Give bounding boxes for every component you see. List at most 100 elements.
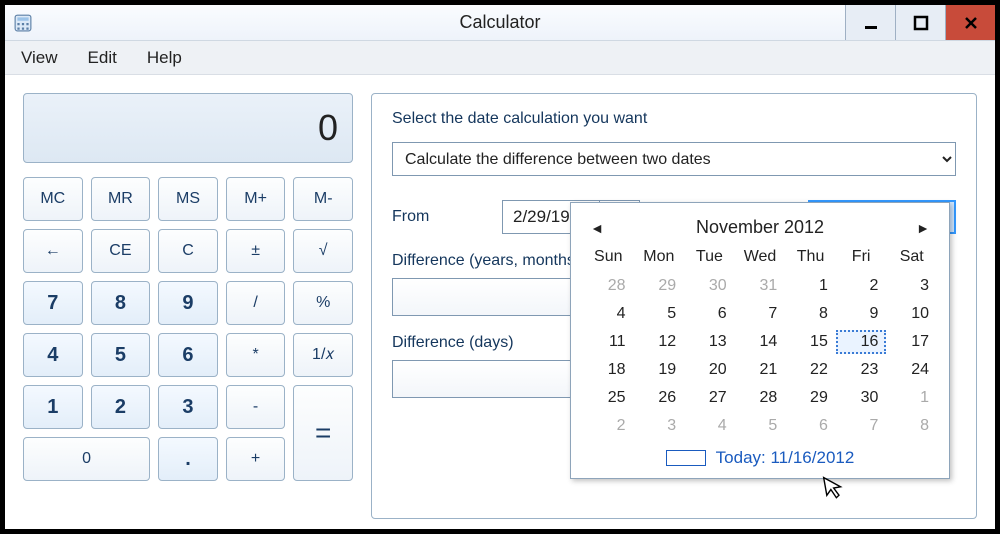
calendar-day[interactable]: 10 bbox=[886, 302, 937, 326]
calendar-dow: Tue bbox=[684, 248, 735, 270]
calendar-day[interactable]: 4 bbox=[583, 302, 634, 326]
window-buttons bbox=[845, 5, 995, 40]
calendar-next-month[interactable]: ► bbox=[915, 220, 931, 236]
key-multiply[interactable]: * bbox=[226, 333, 286, 377]
calendar-day[interactable]: 20 bbox=[684, 358, 735, 382]
menu-help[interactable]: Help bbox=[141, 44, 188, 72]
calendar-day[interactable]: 13 bbox=[684, 330, 735, 354]
calendar-day[interactable]: 3 bbox=[886, 274, 937, 298]
key-mplus[interactable]: M+ bbox=[226, 177, 286, 221]
calendar-day[interactable]: 1 bbox=[785, 274, 836, 298]
key-equals[interactable]: = bbox=[293, 385, 353, 481]
calendar-day[interactable]: 23 bbox=[836, 358, 887, 382]
calendar-day[interactable]: 25 bbox=[583, 386, 634, 410]
calendar-prev-month[interactable]: ◄ bbox=[589, 220, 605, 236]
calendar-day[interactable]: 28 bbox=[735, 386, 786, 410]
calculator-keys: MC MR MS M+ M- ← CE C ± √ 7 8 9 / % 4 5 … bbox=[23, 177, 353, 481]
calendar-dow: Sun bbox=[583, 248, 634, 270]
calendar-grid: SunMonTueWedThuFriSat2829303112345678910… bbox=[583, 248, 937, 438]
calendar-day[interactable]: 19 bbox=[634, 358, 685, 382]
key-ce[interactable]: CE bbox=[91, 229, 151, 273]
calendar-day[interactable]: 2 bbox=[836, 274, 887, 298]
calendar-day[interactable]: 27 bbox=[684, 386, 735, 410]
calendar-day[interactable]: 28 bbox=[583, 274, 634, 298]
key-4[interactable]: 4 bbox=[23, 333, 83, 377]
calendar-dow: Thu bbox=[785, 248, 836, 270]
key-sqrt[interactable]: √ bbox=[293, 229, 353, 273]
menu-view[interactable]: View bbox=[15, 44, 64, 72]
calendar-day[interactable]: 3 bbox=[634, 414, 685, 438]
close-button[interactable] bbox=[945, 5, 995, 40]
calendar-footer[interactable]: Today: 11/16/2012 bbox=[583, 448, 937, 468]
calendar-month-title[interactable]: November 2012 bbox=[605, 217, 915, 238]
calendar-dow: Wed bbox=[735, 248, 786, 270]
key-backspace[interactable]: ← bbox=[23, 229, 83, 273]
calendar-day[interactable]: 26 bbox=[634, 386, 685, 410]
key-6[interactable]: 6 bbox=[158, 333, 218, 377]
key-8[interactable]: 8 bbox=[91, 281, 151, 325]
calendar-day[interactable]: 22 bbox=[785, 358, 836, 382]
maximize-button[interactable] bbox=[895, 5, 945, 40]
calendar-day[interactable]: 7 bbox=[735, 302, 786, 326]
key-0[interactable]: 0 bbox=[23, 437, 150, 481]
calendar-day[interactable]: 5 bbox=[735, 414, 786, 438]
calendar-day[interactable]: 7 bbox=[836, 414, 887, 438]
calendar-day[interactable]: 11 bbox=[583, 330, 634, 354]
content-area: 0 MC MR MS M+ M- ← CE C ± √ 7 8 9 / % 4 … bbox=[5, 75, 995, 529]
calendar-day[interactable]: 5 bbox=[634, 302, 685, 326]
key-plusminus[interactable]: ± bbox=[226, 229, 286, 273]
key-ms[interactable]: MS bbox=[158, 177, 218, 221]
calendar-day[interactable]: 16 bbox=[836, 330, 887, 354]
key-9[interactable]: 9 bbox=[158, 281, 218, 325]
calculator-app-icon bbox=[13, 13, 33, 33]
calendar-today-label: Today: 11/16/2012 bbox=[716, 448, 855, 468]
calendar-day[interactable]: 30 bbox=[684, 274, 735, 298]
calendar-day[interactable]: 29 bbox=[634, 274, 685, 298]
calendar-day[interactable]: 8 bbox=[785, 302, 836, 326]
calendar-dow: Sat bbox=[886, 248, 937, 270]
calendar-day[interactable]: 2 bbox=[583, 414, 634, 438]
key-3[interactable]: 3 bbox=[158, 385, 218, 429]
calendar-day[interactable]: 17 bbox=[886, 330, 937, 354]
calendar-day[interactable]: 18 bbox=[583, 358, 634, 382]
calendar-day[interactable]: 12 bbox=[634, 330, 685, 354]
key-7[interactable]: 7 bbox=[23, 281, 83, 325]
menu-edit[interactable]: Edit bbox=[82, 44, 123, 72]
calendar-day[interactable]: 29 bbox=[785, 386, 836, 410]
key-mr[interactable]: MR bbox=[91, 177, 151, 221]
date-calc-heading: Select the date calculation you want bbox=[392, 110, 956, 128]
calendar-day[interactable]: 9 bbox=[836, 302, 887, 326]
key-divide[interactable]: / bbox=[226, 281, 286, 325]
key-c[interactable]: C bbox=[158, 229, 218, 273]
key-1[interactable]: 1 bbox=[23, 385, 83, 429]
key-decimal[interactable]: . bbox=[158, 437, 218, 481]
key-5[interactable]: 5 bbox=[91, 333, 151, 377]
key-percent[interactable]: % bbox=[293, 281, 353, 325]
calendar-day[interactable]: 4 bbox=[684, 414, 735, 438]
key-mc[interactable]: MC bbox=[23, 177, 83, 221]
calendar-day[interactable]: 6 bbox=[785, 414, 836, 438]
key-add[interactable]: + bbox=[226, 437, 286, 481]
calendar-popup: ◄ November 2012 ► SunMonTueWedThuFriSat2… bbox=[570, 202, 950, 479]
calendar-day[interactable]: 1 bbox=[886, 386, 937, 410]
date-calc-mode-select[interactable]: Calculate the difference between two dat… bbox=[392, 142, 956, 176]
from-label: From bbox=[392, 208, 482, 226]
key-reciprocal[interactable]: 1/𝑥 bbox=[293, 333, 353, 377]
calendar-day[interactable]: 31 bbox=[735, 274, 786, 298]
title-bar: Calculator bbox=[5, 5, 995, 41]
calendar-day[interactable]: 15 bbox=[785, 330, 836, 354]
calendar-header: ◄ November 2012 ► bbox=[583, 213, 937, 248]
minimize-button[interactable] bbox=[845, 5, 895, 40]
key-mminus[interactable]: M- bbox=[293, 177, 353, 221]
diff-days-output bbox=[392, 360, 592, 398]
calendar-day[interactable]: 6 bbox=[684, 302, 735, 326]
calendar-dow: Mon bbox=[634, 248, 685, 270]
calendar-day[interactable]: 8 bbox=[886, 414, 937, 438]
key-2[interactable]: 2 bbox=[91, 385, 151, 429]
calendar-day[interactable]: 30 bbox=[836, 386, 887, 410]
calendar-day[interactable]: 21 bbox=[735, 358, 786, 382]
calendar-day[interactable]: 24 bbox=[886, 358, 937, 382]
calendar-day[interactable]: 14 bbox=[735, 330, 786, 354]
calculator-pad: 0 MC MR MS M+ M- ← CE C ± √ 7 8 9 / % 4 … bbox=[23, 93, 353, 519]
key-subtract[interactable]: - bbox=[226, 385, 286, 429]
